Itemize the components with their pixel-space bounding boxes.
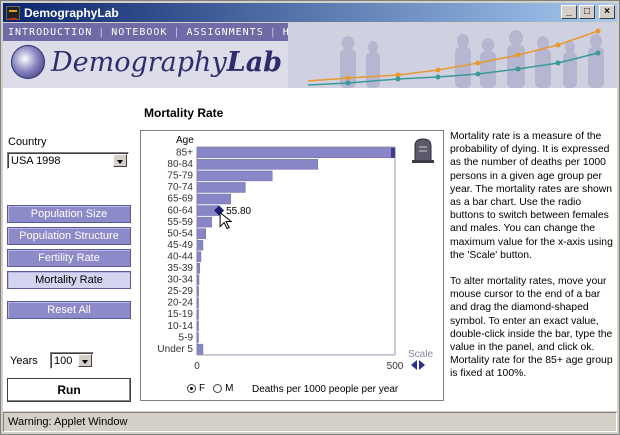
age-tick-label: 75-79 (167, 171, 193, 182)
male-radio[interactable] (213, 384, 223, 393)
window-controls: _ □ × (561, 5, 615, 19)
country-label: Country (8, 136, 47, 148)
age-tick-label: 65-69 (167, 194, 193, 205)
mortality-bar[interactable] (196, 182, 246, 193)
age-tick-label: 40-44 (167, 251, 193, 262)
nav-assignments[interactable]: ASSIGNMENTS (186, 27, 263, 38)
description-panel: Mortality rate is a measure of the proba… (450, 130, 615, 394)
nav-notebook[interactable]: NOTEBOOK (111, 27, 167, 38)
description-paragraph: To alter mortality rates, move your mous… (450, 276, 613, 380)
chevron-down-icon[interactable] (113, 154, 127, 167)
age-tick-label: Under 5 (157, 344, 193, 355)
maximize-button[interactable]: □ (579, 5, 595, 19)
run-button[interactable]: Run (7, 378, 131, 402)
mortality-bar[interactable] (196, 147, 396, 159)
years-label: Years (10, 355, 38, 367)
x-axis-label: Deaths per 1000 people per year (252, 384, 399, 395)
applet-window: DemographyLab _ □ × INTRODUCTION | NOTEB… (0, 0, 620, 435)
nav-separator: | (173, 26, 181, 38)
nav-separator: | (269, 26, 277, 38)
scale-right-arrow-icon[interactable] (419, 360, 425, 370)
java-cup-icon (6, 5, 20, 20)
overflow-marker (391, 147, 395, 158)
y-axis-label: Age (176, 135, 194, 146)
country-select[interactable]: USA 1998 (7, 152, 129, 169)
female-radio[interactable] (187, 384, 196, 393)
description-paragraph: Mortality rate is a measure of the proba… (450, 131, 613, 261)
population-structure-button[interactable]: Population Structure (7, 227, 131, 245)
age-tick-label: 15-19 (167, 309, 193, 320)
mortality-bar[interactable] (196, 193, 231, 205)
section-title: Mortality Rate (144, 106, 224, 120)
mortality-bar[interactable] (196, 274, 200, 286)
scale-label: Scale (408, 349, 434, 360)
globe-logo-icon (11, 45, 45, 79)
title-bar[interactable]: DemographyLab _ □ × (3, 3, 617, 22)
male-radio-label: M (225, 383, 234, 394)
age-tick-label: 55-59 (167, 217, 193, 228)
age-tick-label: 45-49 (167, 240, 193, 251)
minimize-button[interactable]: _ (561, 5, 577, 19)
age-tick-label: 35-39 (167, 263, 193, 274)
status-bar: Warning: Applet Window (3, 412, 617, 432)
x-tick-label: 0 (194, 361, 200, 372)
mortality-bar[interactable] (196, 332, 199, 343)
age-tick-label: 20-24 (167, 298, 193, 309)
client-area: INTRODUCTION | NOTEBOOK | ASSIGNMENTS | … (3, 23, 617, 411)
age-tick-label: 25-29 (167, 286, 193, 297)
logo-text: DemographyLab (51, 46, 283, 78)
header-banner: INTRODUCTION | NOTEBOOK | ASSIGNMENTS | … (3, 23, 617, 88)
scale-left-arrow-icon[interactable] (411, 360, 417, 370)
hover-value-label: 55.80 (226, 206, 251, 217)
mortality-bar-chart[interactable]: Age 85+80-8475-7970-7465-6960-64 55.80 55-5… (141, 131, 445, 402)
mortality-bar[interactable] (196, 286, 199, 297)
age-tick-label: 85+ (176, 148, 193, 159)
mortality-bar[interactable] (196, 343, 204, 355)
mortality-bar[interactable] (196, 320, 199, 332)
female-radio-label: F (199, 383, 206, 394)
mortality-bar[interactable] (196, 263, 201, 274)
people-graph-banner-art (288, 23, 617, 88)
mortality-bar[interactable] (196, 251, 202, 262)
age-tick-label: 70-74 (167, 182, 193, 193)
x-tick-label: 500 (387, 361, 404, 372)
close-button[interactable]: × (599, 5, 615, 19)
mortality-bar[interactable] (196, 159, 319, 170)
sidebar: Country USA 1998 Population Size Populat… (3, 88, 135, 411)
reset-all-button[interactable]: Reset All (7, 301, 131, 319)
tombstone-icon (412, 138, 434, 163)
years-select[interactable]: 100 (50, 352, 94, 369)
scale-control[interactable] (411, 360, 425, 370)
mortality-bar[interactable] (196, 239, 204, 251)
age-tick-label: 60-64 (167, 205, 193, 216)
window-title: DemographyLab (24, 5, 119, 20)
chevron-down-icon[interactable] (78, 354, 92, 367)
age-tick-label: 30-34 (167, 275, 193, 286)
mortality-bar[interactable] (196, 170, 273, 182)
mortality-bar[interactable] (196, 309, 199, 320)
population-size-button[interactable]: Population Size (7, 205, 131, 223)
chart-panel: Age 85+ 80-84 75-79 70-74 65-69 60-64 55.80 55-5… (140, 130, 444, 401)
mortality-bar[interactable] (196, 216, 212, 228)
mortality-bar[interactable] (196, 297, 199, 309)
nav-introduction[interactable]: INTRODUCTION (8, 27, 92, 38)
nav-separator: | (98, 26, 106, 38)
logo: DemographyLab (11, 45, 282, 79)
mortality-bar[interactable] (196, 228, 206, 239)
age-tick-label: 80-84 (167, 159, 193, 170)
years-select-value: 100 (54, 355, 73, 367)
age-tick-label: 10-14 (167, 321, 193, 332)
age-tick-label: 5-9 (179, 332, 194, 343)
mortality-rate-button[interactable]: Mortality Rate (7, 271, 131, 289)
fertility-rate-button[interactable]: Fertility Rate (7, 249, 131, 267)
age-tick-label: 50-54 (167, 228, 193, 239)
sex-radio-group: F M (187, 383, 241, 394)
country-select-value: USA 1998 (11, 155, 61, 167)
